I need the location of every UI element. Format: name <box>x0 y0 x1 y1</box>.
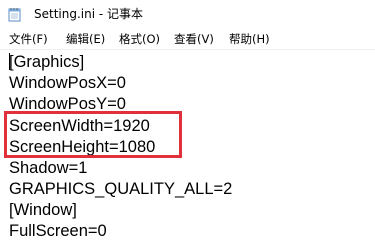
text-line: [Graphics] <box>9 53 85 71</box>
menu-help[interactable]: 帮助(H) <box>229 32 270 46</box>
text-line: [Window] <box>9 201 77 219</box>
menu-format[interactable]: 格式(O) <box>119 32 160 46</box>
menu-file[interactable]: 文件(F) <box>9 32 48 46</box>
menu-edit[interactable]: 编辑(E) <box>66 32 105 46</box>
title-bar[interactable]: Setting.ini - 记事本 <box>0 0 375 28</box>
menu-view[interactable]: 查看(V) <box>174 32 214 46</box>
text-line: WindowPosX=0 <box>9 74 126 92</box>
text-line: GRAPHICS_QUALITY_ALL=2 <box>9 180 233 198</box>
window-title: Setting.ini - 记事本 <box>34 7 144 21</box>
menu-bar: 文件(F) 编辑(E) 格式(O) 查看(V) 帮助(H) <box>0 28 375 50</box>
text-line: Shadow=1 <box>9 159 88 177</box>
text-line: FullScreen=0 <box>9 222 107 240</box>
notepad-icon <box>8 7 22 22</box>
highlight-box <box>4 111 182 158</box>
text-caret <box>9 53 10 70</box>
notepad-window: Setting.ini - 记事本 文件(F) 编辑(E) 格式(O) 查看(V… <box>0 0 375 243</box>
